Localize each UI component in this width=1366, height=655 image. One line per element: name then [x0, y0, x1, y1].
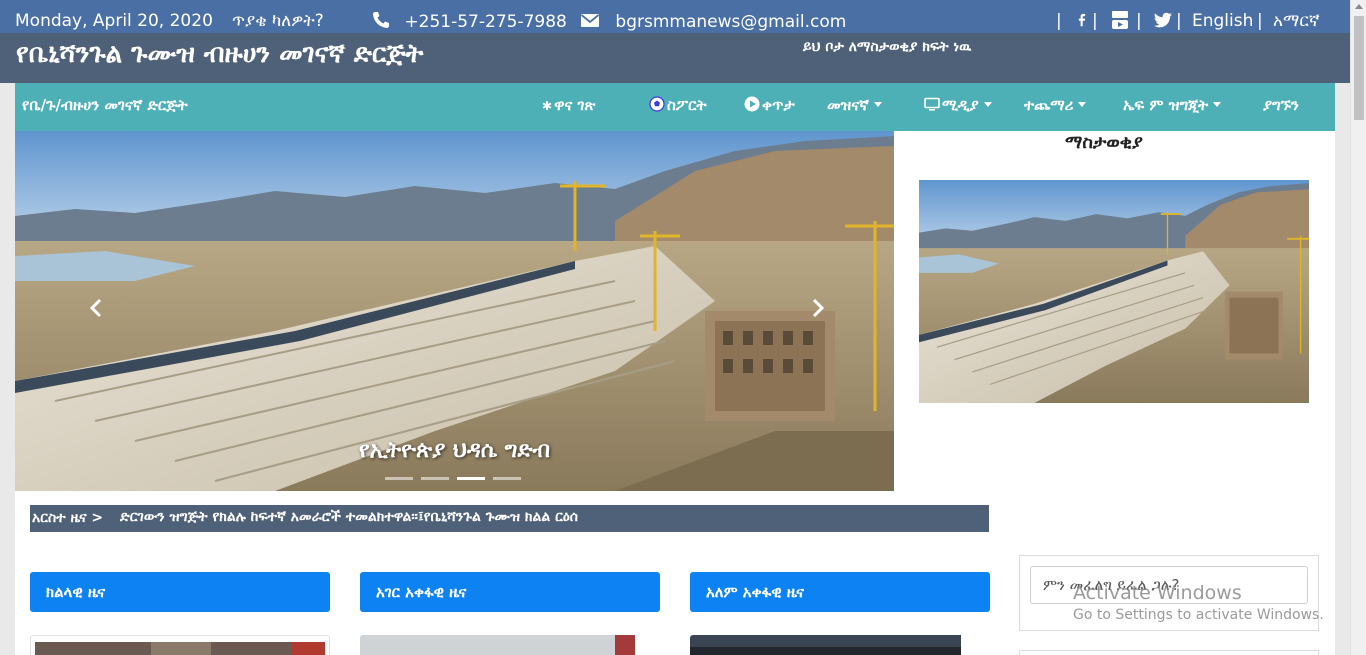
carousel-indicator[interactable] [421, 477, 449, 480]
carousel-prev-icon[interactable] [85, 296, 109, 320]
language-english-link[interactable]: English [1192, 10, 1253, 32]
home-icon: ✱ [542, 99, 553, 113]
news-thumbnail [35, 642, 325, 655]
nav-item-fm-program[interactable]: ኤፍ ም ዝግጂት [1123, 96, 1222, 114]
phone-number: +251-57-275-7988 [404, 12, 567, 32]
news-thumbnail [360, 635, 635, 655]
main-container: የቤ/ጉ/ብዙሀን መገናኛ ድርጅት ✱ ዋና ገጽ ስፖርት ቀጥታ መዝናኛ… [15, 83, 1335, 655]
nav-item-label: ኤፍ ም ዝግጂት [1123, 96, 1209, 114]
nav-item-live[interactable]: ቀጥታ [744, 96, 795, 114]
carousel-indicator[interactable] [493, 477, 521, 480]
carousel-indicators [385, 477, 525, 481]
current-date: Monday, April 20, 2020 [15, 11, 213, 31]
chevron-down-icon [983, 102, 992, 107]
separator: | [1092, 11, 1098, 31]
main-navbar: የቤ/ጉ/ብዙሀን መገናኛ ድርጅት ✱ ዋና ገጽ ስፖርት ቀጥታ መዝናኛ… [15, 83, 1335, 131]
monitor-icon [924, 97, 940, 111]
news-card[interactable] [30, 635, 330, 655]
facebook-link[interactable] [1075, 10, 1089, 33]
nav-item-label: ስፖርት [667, 96, 707, 114]
nav-item-label: ተጨማሪ [1024, 96, 1074, 114]
sidebar-ad-image[interactable] [919, 180, 1309, 403]
section-header-national-news[interactable]: አገር አቀፋዊ ዜና [360, 572, 660, 612]
vertical-scrollbar[interactable] [1350, 0, 1366, 655]
chevron-down-icon [873, 102, 882, 107]
search-input[interactable] [1030, 566, 1308, 604]
hero-carousel[interactable]: የኢትዮጵያ ህዳሴ ግድብ [15, 131, 894, 491]
youtube-link[interactable] [1110, 10, 1130, 33]
envelope-icon [580, 14, 600, 27]
section-header-world-news[interactable]: አለም አቀፋዊ ዜና [690, 572, 990, 612]
separator: | [1257, 11, 1263, 31]
separator: | [1056, 11, 1062, 31]
news-thumbnail [690, 635, 961, 655]
nav-item-sport[interactable]: ስፖርት [649, 96, 707, 114]
chevron-down-icon [1078, 102, 1087, 107]
nav-item-label: ቀጥታ [762, 96, 795, 114]
twitter-icon [1153, 12, 1172, 28]
youtube-icon [1112, 11, 1128, 29]
carousel-next-icon[interactable] [805, 296, 829, 320]
page: Monday, April 20, 2020 ጥያቄ ካለዎት? +251-57… [0, 0, 1366, 655]
site-title[interactable]: የቤኒሻንጉል ጉሙዝ ብዙሀን መገናኛ ድርጅት [16, 37, 423, 71]
news-card[interactable] [360, 635, 660, 655]
separator: | [1176, 11, 1182, 31]
phone-icon [373, 12, 389, 28]
nav-item-entertainment[interactable]: መዝናኛ [827, 96, 882, 114]
nav-item-label: ያግኙን [1263, 96, 1299, 114]
nav-item-media[interactable]: ሚዲያ [924, 96, 992, 114]
scroll-up-icon[interactable] [1355, 4, 1363, 9]
facebook-icon [1078, 13, 1086, 27]
header-ad-note: ይህ ቦታ ለማስታወቂያ ክፍት ነዉ [803, 39, 972, 55]
navbar-brand[interactable]: የቤ/ጉ/ብዙሀን መገናኛ ድርጅት [22, 96, 188, 114]
dam-photo [919, 180, 1309, 403]
soccer-ball-icon [649, 96, 665, 112]
nav-item-label: ዋና ገጽ [554, 96, 596, 114]
scrollbar-thumb[interactable] [1354, 16, 1364, 120]
ticker-label: አርስተ ዜና > [32, 510, 104, 526]
nav-item-more[interactable]: ተጨማሪ [1024, 96, 1087, 114]
carousel-indicator-active[interactable] [457, 477, 485, 480]
sidebar-ad-heading: ማስታወቂያ [1065, 132, 1143, 153]
news-card[interactable] [690, 635, 990, 655]
contact-question: ጥያቄ ካለዎት? [232, 11, 324, 31]
sidebar-box [1019, 650, 1319, 655]
carousel-indicator[interactable] [385, 477, 413, 480]
nav-item-label: ሚዲያ [942, 96, 979, 114]
carousel-caption: የኢትዮጵያ ህዳሴ ግድብ [358, 437, 551, 463]
nav-item-contact[interactable]: ያግኙን [1263, 96, 1299, 114]
twitter-link[interactable] [1153, 10, 1173, 33]
language-amharic-link[interactable]: አማርኛ [1273, 10, 1320, 32]
phone-contact[interactable]: +251-57-275-7988 [371, 10, 567, 33]
section-header-regional-news[interactable]: ክልላዊ ዜና [30, 572, 330, 612]
email-contact[interactable]: bgrsmmanews@gmail.com [580, 10, 846, 33]
play-circle-icon [744, 96, 760, 112]
news-ticker: አርስተ ዜና > ድርገውን ዝግጅት የክልሉ ከፍተኛ አመራሮች ተመል… [30, 505, 989, 532]
header-band: የቤኒሻንጉል ጉሙዝ ብዙሀን መገናኛ ድርጅት ይህ ቦታ ለማስታወቂያ… [0, 33, 1350, 83]
search-widget [1019, 555, 1319, 631]
separator: | [1136, 11, 1142, 31]
nav-item-home[interactable]: ✱ ዋና ገጽ [542, 96, 595, 114]
ticker-headline[interactable]: ድርገውን ዝግጅት የክልሉ ከፍተኛ አመራሮች ተመልክተዋል፡፡፤የቤኒ… [120, 509, 578, 525]
email-address: bgrsmmanews@gmail.com [615, 12, 847, 32]
chevron-down-icon [1213, 102, 1222, 107]
nav-item-label: መዝናኛ [827, 96, 869, 114]
